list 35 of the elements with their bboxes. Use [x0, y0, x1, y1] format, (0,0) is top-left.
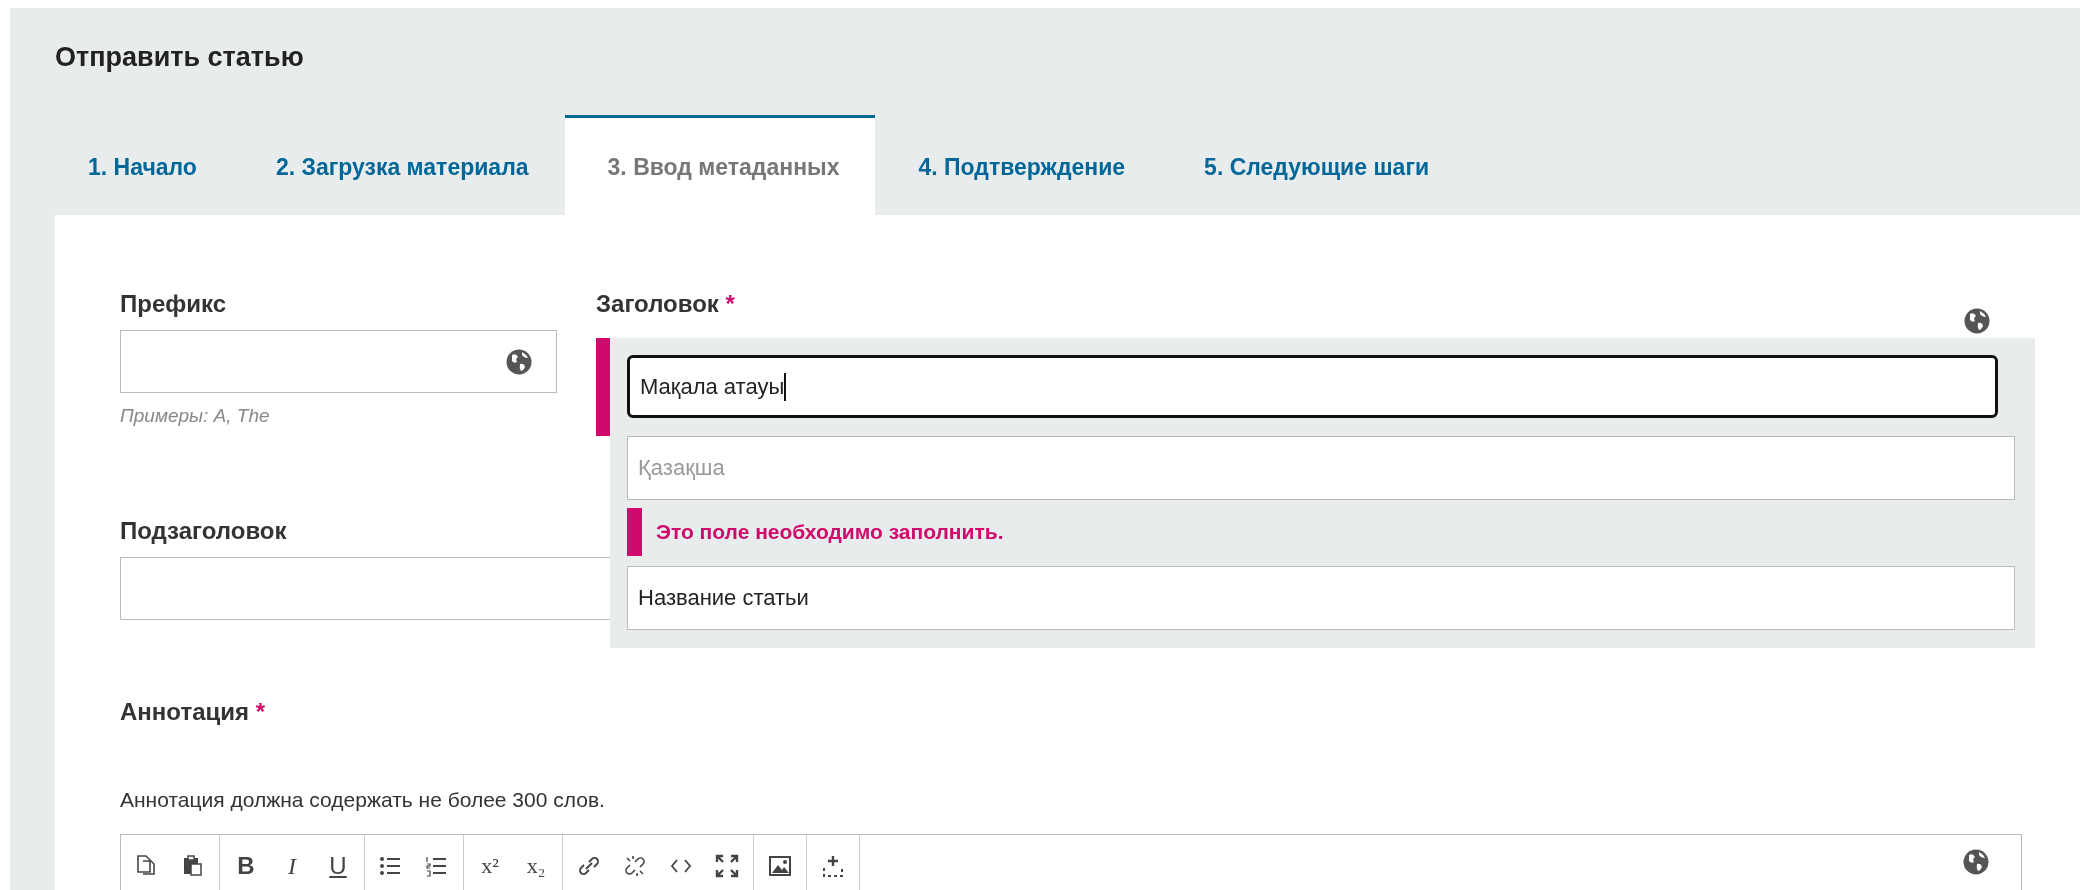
field-label: Аннотация * [120, 698, 266, 727]
globe-icon [1964, 308, 1990, 334]
error-message: Это поле необходимо заполнить. [656, 520, 1004, 544]
link-icon [577, 854, 601, 878]
title-field[interactable]: Мақала атауы [627, 355, 1998, 418]
globe-icon [1963, 849, 1989, 875]
locale-field[interactable]: Название статьи [627, 566, 2015, 630]
field-label: Префикс [120, 290, 228, 319]
toolbar-button[interactable]: B [230, 849, 262, 883]
clipboard-icon [181, 854, 205, 878]
toolbar-button[interactable]: U [322, 849, 354, 883]
help-text: Аннотация должна содержать не более 300 слов. [120, 788, 606, 813]
bullet-list-icon [379, 854, 403, 878]
hint-text: Примеры: A, The [120, 405, 271, 427]
numbered-list-icon [425, 854, 449, 878]
broken-link-icon [623, 854, 647, 878]
required-mark: * [255, 698, 265, 725]
fullscreen-icon [715, 854, 739, 878]
toolbar-button[interactable]: x² [474, 849, 506, 883]
tab[interactable]: 1. Начало [55, 115, 233, 215]
tab[interactable]: 4. Подтверждение [875, 115, 1162, 215]
required-mark: * [725, 290, 735, 317]
toolbar-button[interactable]: I [276, 849, 308, 883]
tab[interactable]: 3. Ввод метаданных [564, 115, 876, 215]
error-bar [627, 508, 642, 556]
tab[interactable]: 5. Следующие шаги [1161, 115, 1466, 215]
toolbar-button[interactable]: x₂ [520, 849, 552, 883]
prefix-field[interactable] [120, 330, 557, 393]
image-icon [768, 854, 792, 878]
field-label: Подзаголовок [120, 517, 288, 546]
page-title: Отправить статью [54, 41, 305, 74]
field-label: Заголовок * [596, 290, 735, 319]
tab[interactable]: 2. Загрузка материала [232, 115, 565, 215]
plus-icon [821, 854, 845, 878]
globe-icon [506, 348, 532, 375]
